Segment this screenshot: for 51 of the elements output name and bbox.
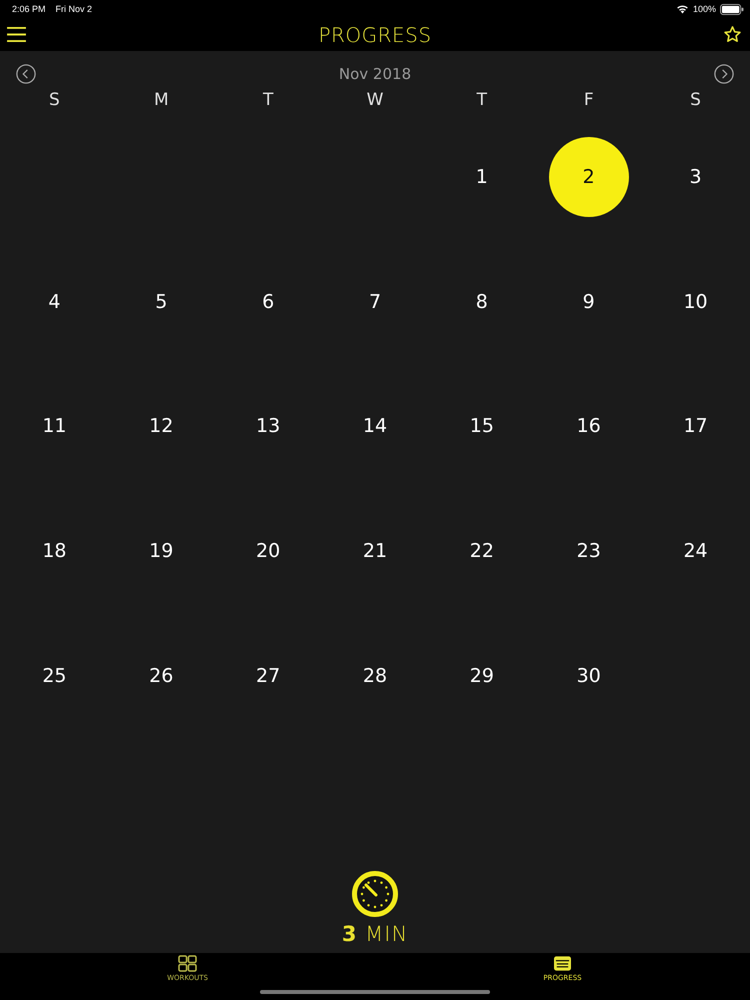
calendar-day[interactable]: 17: [656, 386, 736, 466]
calendar-day[interactable]: 15: [442, 386, 522, 466]
calendar-day[interactable]: 3: [656, 137, 736, 218]
calendar-day[interactable]: 12: [121, 386, 202, 466]
calendar-day[interactable]: 7: [334, 262, 415, 342]
calendar-day[interactable]: 16: [548, 386, 629, 466]
weekday-label: T: [476, 90, 488, 110]
calendar-day[interactable]: 5: [121, 262, 202, 342]
calendar-day[interactable]: 28: [334, 636, 415, 716]
calendar-day[interactable]: 26: [121, 636, 202, 716]
calendar-day[interactable]: 9: [548, 262, 629, 342]
selected-day[interactable]: 2: [548, 137, 629, 218]
calendar-day[interactable]: 1: [442, 137, 522, 218]
stopwatch-icon: [351, 870, 399, 918]
calendar-day[interactable]: 23: [548, 511, 629, 592]
calendar-day[interactable]: 22: [442, 511, 522, 592]
calendar-day[interactable]: 4: [14, 262, 94, 342]
weekday-label: W: [366, 90, 384, 110]
calendar-day[interactable]: 8: [442, 262, 522, 342]
calendar-day[interactable]: 13: [228, 386, 308, 466]
star-icon[interactable]: [723, 25, 742, 44]
grid-icon: [178, 955, 197, 972]
weekday-label: S: [690, 90, 701, 110]
weekday-label: T: [262, 90, 274, 110]
weekday-label: S: [49, 90, 60, 110]
calendar-day[interactable]: 18: [14, 511, 94, 592]
wifi-icon: [676, 4, 689, 14]
calendar-day[interactable]: 11: [14, 386, 94, 466]
calendar-day[interactable]: 30: [548, 636, 629, 716]
weekday-label: M: [154, 90, 169, 110]
status-date: Fri Nov 2: [56, 4, 92, 14]
duration-text: 3 MIN: [342, 922, 408, 946]
calendar-day[interactable]: 10: [656, 262, 736, 342]
previous-month-icon[interactable]: [16, 64, 36, 84]
next-month-icon[interactable]: [714, 64, 734, 84]
calendar-day[interactable]: 20: [228, 511, 308, 592]
weekday-label: F: [584, 90, 594, 110]
status-time: 2:06 PM: [12, 4, 46, 14]
calendar-day[interactable]: 24: [656, 511, 736, 592]
month-title: Nov 2018: [338, 65, 412, 83]
calendar-day[interactable]: 14: [334, 386, 415, 466]
calendar-day[interactable]: 27: [228, 636, 308, 716]
menu-icon[interactable]: [6, 26, 27, 43]
battery-percent: 100%: [692, 4, 716, 14]
battery-icon: [720, 4, 744, 14]
calendar-day[interactable]: 6: [228, 262, 308, 342]
calendar-day[interactable]: 21: [334, 511, 415, 592]
calendar-day[interactable]: 19: [121, 511, 202, 592]
calendar-day[interactable]: 25: [14, 636, 94, 716]
calendar-day[interactable]: 29: [442, 636, 522, 716]
nav-title: PROGRESS: [318, 22, 432, 46]
